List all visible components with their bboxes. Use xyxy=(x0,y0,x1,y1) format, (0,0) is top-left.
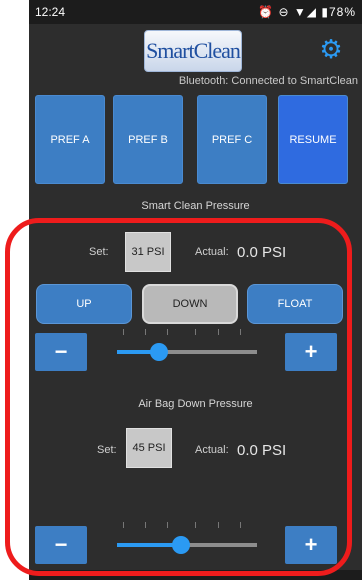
bluetooth-status: Bluetooth: Connected to SmartClean xyxy=(178,75,358,87)
pref-b-button[interactable]: PREF B xyxy=(113,95,183,184)
smart-clean-actual-label: Actual: xyxy=(195,246,229,258)
air-bag-actual-value: 0.0 PSI xyxy=(237,442,287,459)
slider-tick xyxy=(167,329,169,335)
slider-thumb[interactable] xyxy=(172,536,191,554)
slider-tick xyxy=(240,522,242,528)
slider-tick xyxy=(122,329,124,335)
slider-thumb[interactable] xyxy=(150,343,168,361)
slider-tick xyxy=(145,522,146,528)
air-bag-minus-button[interactable]: − xyxy=(35,526,87,564)
gear-icon[interactable]: ⚙ xyxy=(318,36,344,62)
app-screen: 12:24 ⏰ ⊖ ▼◢ ▮78% SmartClean ⚙ Bluetooth… xyxy=(29,0,362,580)
slider-tick xyxy=(167,522,169,528)
air-bag-pressure-slider[interactable] xyxy=(117,522,257,554)
air-bag-down-pressure-title: Air Bag Down Pressure xyxy=(138,398,253,410)
navigation-bar xyxy=(29,570,362,580)
air-bag-plus-button[interactable]: + xyxy=(285,526,337,564)
slider-tick xyxy=(217,522,219,528)
smart-clean-actual-value: 0.0 PSI xyxy=(237,244,287,261)
home-handle[interactable] xyxy=(160,573,230,576)
smart-clean-minus-button[interactable]: − xyxy=(35,333,87,371)
slider-tick xyxy=(240,329,242,335)
smart-clean-plus-button[interactable]: + xyxy=(285,333,337,371)
slider-ticks xyxy=(117,329,257,335)
status-bar: 12:24 ⏰ ⊖ ▼◢ ▮78% xyxy=(29,0,362,24)
air-bag-set-value: 45 PSI xyxy=(126,428,172,468)
smart-clean-pressure-slider[interactable] xyxy=(117,329,257,361)
pref-c-button[interactable]: PREF C xyxy=(197,95,267,184)
pref-a-button[interactable]: PREF A xyxy=(35,95,105,184)
status-time: 12:24 xyxy=(35,5,66,19)
up-button[interactable]: UP xyxy=(36,284,132,324)
status-icons: ⏰ ⊖ ▼◢ ▮78% xyxy=(258,5,356,19)
air-bag-set-label: Set: xyxy=(97,444,117,456)
down-button[interactable]: DOWN xyxy=(142,284,238,324)
slider-tick xyxy=(145,329,146,335)
slider-tick xyxy=(195,522,197,528)
smart-clean-set-value: 31 PSI xyxy=(125,232,171,272)
slider-tick xyxy=(217,329,219,335)
slider-tick xyxy=(122,522,124,528)
smartclean-logo: SmartClean xyxy=(144,30,242,72)
smart-clean-set-label: Set: xyxy=(89,246,109,258)
air-bag-actual-label: Actual: xyxy=(195,444,229,456)
smart-clean-pressure-title: Smart Clean Pressure xyxy=(141,200,250,212)
resume-button[interactable]: RESUME xyxy=(278,95,348,184)
slider-tick xyxy=(195,329,197,335)
slider-ticks xyxy=(117,522,257,528)
float-button[interactable]: FLOAT xyxy=(247,284,343,324)
